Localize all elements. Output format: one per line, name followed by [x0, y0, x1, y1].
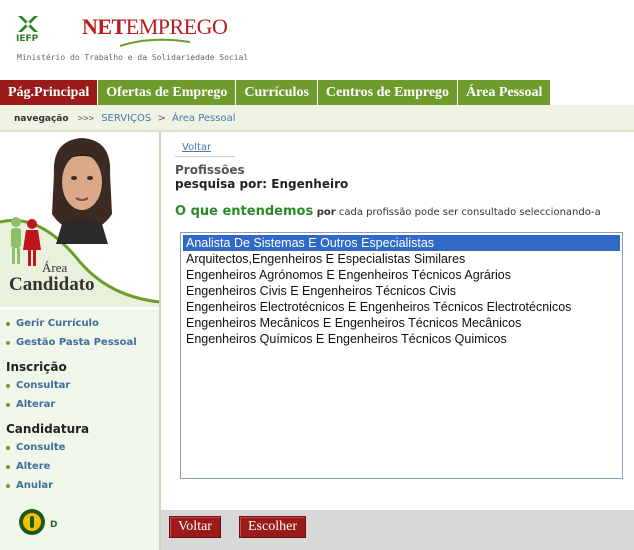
sidebar-item-gestao-pasta-pessoal[interactable]: Gestão Pasta Pessoal	[0, 333, 160, 352]
sidebar-heading-candidatura: Candidatura	[6, 422, 90, 436]
profession-listbox[interactable]: Analista De Sistemas E Outros Especialis…	[180, 232, 623, 479]
sidebar-item-consultar[interactable]: Consultar	[0, 376, 160, 395]
intro-line: O que entendemos por cada profissão pode…	[175, 204, 601, 219]
sidebar-heading-inscricao: Inscrição	[6, 360, 67, 374]
section-title: Profissões	[175, 163, 245, 177]
netemprego-logo[interactable]: NETEMPREGO	[82, 14, 228, 40]
intro-title: O que entendemos	[175, 204, 314, 219]
escolher-button[interactable]: Escolher	[239, 516, 306, 538]
nav-centros-emprego[interactable]: Centros de Emprego	[317, 80, 459, 105]
action-bar	[161, 510, 634, 550]
intro-text: por cada profissão pode ser consultado s…	[317, 207, 601, 218]
help-info-icon[interactable]	[18, 508, 46, 536]
back-link-divider	[175, 156, 235, 157]
breadcrumb-arrows: >>>	[77, 114, 95, 124]
brand-net: NET	[82, 14, 126, 39]
profession-option[interactable]: Engenheiros Civis E Engenheiros Técnicos…	[183, 283, 620, 299]
ministry-label: Ministério do Trabalho e da Solidariedad…	[17, 53, 249, 62]
breadcrumb-label: navegação	[14, 114, 69, 124]
back-link[interactable]: Voltar	[182, 142, 211, 153]
voltar-button[interactable]: Voltar	[169, 516, 221, 538]
candidate-portrait-image	[52, 138, 112, 244]
nav-pag-principal[interactable]: Pág.Principal	[0, 80, 99, 105]
sidebar-item-anular[interactable]: Anular	[0, 476, 160, 495]
profession-option[interactable]: Engenheiros Electrotécnicos E Engenheiro…	[183, 299, 620, 315]
main-content: Voltar Profissões pesquisa por: Engenhei…	[161, 132, 634, 550]
profession-option[interactable]: Engenheiros Mecânicos E Engenheiros Técn…	[183, 315, 620, 331]
intro-por: por	[316, 207, 336, 218]
brand-swoosh-icon	[120, 38, 190, 47]
breadcrumb-link-servicos[interactable]: SERVIÇOS	[101, 113, 151, 124]
sidebar: Área Candidato Gerir Currículo Gestão Pa…	[0, 132, 161, 550]
profession-option[interactable]: Arquitectos,Engenheiros E Especialistas …	[183, 251, 620, 267]
nav-area-pessoal[interactable]: Área Pessoal	[458, 80, 552, 105]
nav-ofertas-emprego[interactable]: Ofertas de Emprego	[98, 80, 237, 105]
sidebar-item-alterar[interactable]: Alterar	[0, 395, 160, 414]
breadcrumb-separator: >	[157, 113, 166, 124]
help-label: D	[50, 520, 58, 530]
nav-spacer	[551, 80, 634, 105]
header: IEFP NETEMPREGO Ministério do Trabalho e…	[0, 0, 634, 80]
brand-emprego: EMPREGO	[125, 14, 228, 39]
profession-option[interactable]: Engenheiros Químicos E Engenheiros Técni…	[183, 331, 620, 347]
candidate-figures-icon	[11, 217, 41, 266]
sidebar-item-altere[interactable]: Altere	[0, 457, 160, 476]
sidebar-item-consulte[interactable]: Consulte	[0, 438, 160, 457]
search-criteria: pesquisa por: Engenheiro	[175, 177, 349, 191]
profession-option[interactable]: Engenheiros Agrónomos E Engenheiros Técn…	[183, 267, 620, 283]
sidebar-item-gerir-curriculo[interactable]: Gerir Currículo	[0, 314, 160, 333]
iefp-label: IEFP	[16, 34, 39, 44]
intro-description: cada profissão pode ser consultado selec…	[338, 207, 601, 218]
breadcrumb-current: Área Pessoal	[172, 113, 236, 124]
candidate-banner: Área Candidato	[0, 132, 160, 307]
breadcrumb: navegação >>> SERVIÇOS > Área Pessoal	[0, 105, 634, 132]
nav-curriculos[interactable]: Currículos	[236, 80, 318, 105]
candidato-label: Candidato	[9, 274, 95, 295]
main-nav: Pág.Principal Ofertas de Emprego Currícu…	[0, 80, 634, 105]
profession-option[interactable]: Analista De Sistemas E Outros Especialis…	[183, 235, 620, 251]
